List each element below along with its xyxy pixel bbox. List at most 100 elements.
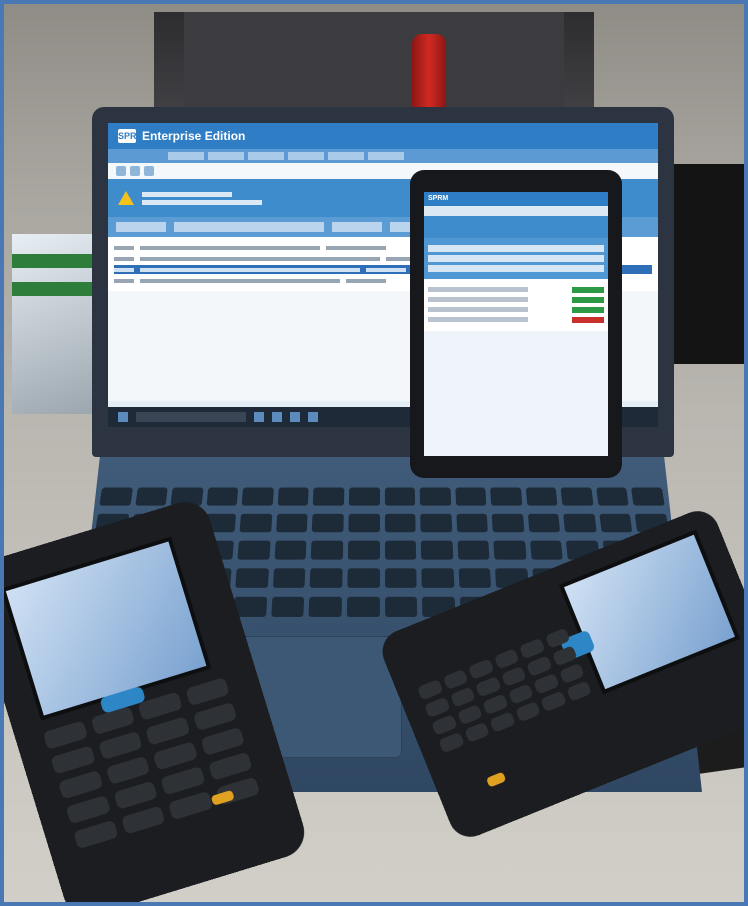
key[interactable] [518, 637, 546, 660]
toolbar-button[interactable] [144, 166, 154, 176]
key[interactable] [482, 693, 509, 716]
menu-item[interactable] [248, 152, 284, 160]
taskbar-app-icon[interactable] [290, 412, 300, 422]
key[interactable] [50, 745, 96, 775]
key [421, 568, 454, 588]
handheld-keypad [416, 627, 592, 754]
key[interactable] [544, 627, 571, 650]
taskbar-app-icon[interactable] [254, 412, 264, 422]
key [419, 487, 451, 506]
key[interactable] [184, 677, 230, 707]
key[interactable] [160, 766, 206, 796]
toolbar-button[interactable] [130, 166, 140, 176]
key[interactable] [416, 679, 444, 701]
menu-item[interactable] [288, 152, 324, 160]
taskbar-search[interactable] [136, 412, 246, 422]
red-button[interactable] [572, 317, 604, 323]
green-stripe [12, 254, 102, 268]
key [347, 568, 380, 588]
handheld-screen [558, 529, 741, 695]
key [525, 487, 558, 506]
tablet-form [424, 238, 608, 279]
key [275, 513, 308, 533]
key [420, 513, 452, 533]
function-key[interactable] [485, 771, 507, 788]
key [420, 540, 453, 560]
key [206, 487, 239, 506]
green-button[interactable] [572, 287, 604, 293]
key[interactable] [442, 668, 469, 691]
start-icon[interactable] [118, 412, 128, 422]
key[interactable] [120, 805, 166, 835]
panel-title-text [142, 189, 262, 208]
key[interactable] [57, 770, 103, 800]
key [311, 540, 344, 560]
menu-item[interactable] [328, 152, 364, 160]
key [272, 568, 306, 588]
menu-item[interactable] [168, 152, 204, 160]
tablet-field[interactable] [428, 245, 604, 252]
key[interactable] [500, 665, 527, 688]
key [312, 513, 344, 533]
tablet-field[interactable] [428, 255, 604, 262]
key[interactable] [145, 716, 191, 746]
key [384, 513, 416, 533]
key[interactable] [65, 795, 111, 825]
key[interactable] [533, 673, 560, 695]
key [271, 596, 305, 617]
key [235, 568, 269, 588]
key [456, 513, 489, 533]
key[interactable] [489, 711, 516, 733]
green-stripe [12, 282, 102, 296]
key[interactable] [167, 790, 213, 821]
key[interactable] [493, 648, 520, 670]
key[interactable] [424, 696, 451, 719]
green-button[interactable] [572, 307, 604, 313]
key[interactable] [199, 726, 245, 757]
key[interactable] [152, 741, 198, 771]
taskbar-app-icon[interactable] [272, 412, 282, 422]
key[interactable] [514, 701, 541, 723]
filter-input[interactable] [174, 222, 324, 232]
key[interactable] [90, 705, 136, 736]
key[interactable] [192, 701, 238, 732]
key[interactable] [431, 714, 458, 736]
key[interactable] [456, 704, 483, 726]
key [308, 596, 342, 617]
key[interactable] [105, 755, 151, 786]
key [347, 540, 380, 560]
key[interactable] [73, 819, 119, 850]
key[interactable] [558, 662, 585, 685]
key[interactable] [467, 658, 495, 680]
key [241, 487, 274, 506]
key [310, 568, 343, 588]
app-logo: SPRM [118, 129, 145, 143]
toolbar-button[interactable] [116, 166, 126, 176]
key[interactable] [207, 751, 253, 781]
key[interactable] [540, 690, 567, 713]
key [599, 513, 633, 533]
app-title: Enterprise Edition [142, 129, 246, 143]
menu-item[interactable] [368, 152, 404, 160]
key[interactable] [463, 721, 490, 744]
key[interactable] [507, 683, 534, 705]
tablet-field[interactable] [428, 265, 604, 272]
key[interactable] [97, 730, 143, 761]
key [596, 487, 630, 506]
key [384, 540, 417, 560]
green-button[interactable] [572, 297, 604, 303]
key[interactable] [565, 680, 592, 702]
photo-frame: SPRM Enterprise Edition SPRM [0, 0, 748, 906]
tablet-list [424, 279, 608, 331]
key[interactable] [42, 720, 88, 750]
menu-item[interactable] [208, 152, 244, 160]
key[interactable] [112, 780, 158, 810]
key[interactable] [551, 645, 578, 667]
taskbar-app-icon[interactable] [308, 412, 318, 422]
key[interactable] [526, 655, 553, 677]
key[interactable] [475, 676, 502, 698]
key [346, 596, 380, 617]
key[interactable] [449, 686, 476, 708]
key[interactable] [438, 731, 465, 754]
list-item [428, 297, 604, 303]
